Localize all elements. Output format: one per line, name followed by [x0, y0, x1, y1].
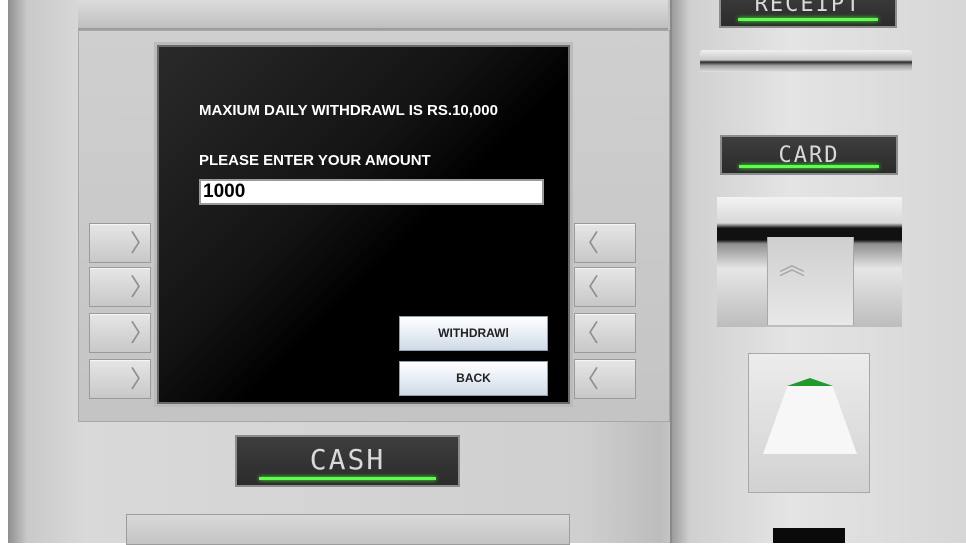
- chevron-right-icon: 〉: [130, 365, 154, 393]
- left-side-key-2[interactable]: 〉: [89, 267, 154, 307]
- left-side-key-1[interactable]: 〉: [89, 223, 154, 263]
- amount-prompt: PLEASE ENTER YOUR AMOUNT: [199, 152, 431, 169]
- card-slot[interactable]: ︽: [717, 197, 902, 327]
- chevron-left-icon: 〈: [575, 273, 599, 301]
- bottom-slot: [773, 528, 845, 543]
- chevron-right-icon: 〉: [130, 229, 154, 257]
- chevron-right-icon: 〉: [130, 319, 154, 347]
- top-lip: [78, 0, 668, 30]
- left-side-key-3[interactable]: 〉: [89, 313, 154, 353]
- cash-indicator: [259, 477, 436, 480]
- card-indicator: [739, 165, 879, 168]
- chevron-left-icon: 〈: [575, 229, 599, 257]
- receipt-label-plate: RECEIPT: [719, 0, 897, 28]
- limit-message: MAXIUM DAILY WITHDRAWL IS RS.10,000: [199, 102, 498, 119]
- left-side-key-4[interactable]: 〉: [89, 359, 154, 399]
- chevron-right-icon: 〉: [130, 273, 154, 301]
- card-label-plate: CARD: [720, 135, 898, 175]
- back-button[interactable]: BACK: [399, 361, 548, 396]
- chevron-left-icon: 〈: [575, 365, 599, 393]
- atm-screen: MAXIUM DAILY WITHDRAWL IS RS.10,000 PLEA…: [157, 45, 570, 404]
- right-side-key-3[interactable]: 〈: [574, 313, 636, 353]
- card-reader-indicator: [787, 378, 833, 386]
- withdraw-button[interactable]: WITHDRAWl: [399, 316, 548, 351]
- chevron-up-icon: ︽: [779, 251, 806, 281]
- cash-label: CASH: [309, 443, 386, 476]
- card-reader: [748, 353, 870, 493]
- receipt-label: RECEIPT: [754, 0, 862, 17]
- right-side-key-2[interactable]: 〈: [574, 267, 636, 307]
- right-side-key-4[interactable]: 〈: [574, 359, 636, 399]
- card-reader-shape: [763, 386, 857, 454]
- cash-slot: [126, 514, 570, 545]
- receipt-slot: [700, 50, 912, 72]
- right-side-key-1[interactable]: 〈: [574, 223, 636, 263]
- chevron-left-icon: 〈: [575, 319, 599, 347]
- amount-input[interactable]: 1000: [199, 179, 544, 205]
- cash-label-plate: CASH: [235, 435, 460, 487]
- receipt-indicator: [738, 18, 878, 21]
